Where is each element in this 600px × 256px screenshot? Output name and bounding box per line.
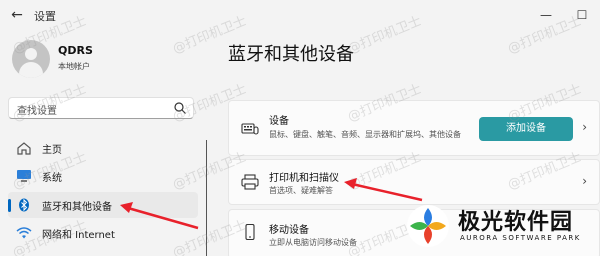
account-type: 本地帐户 bbox=[58, 62, 90, 71]
phone-icon bbox=[245, 224, 255, 240]
sidebar-item-system[interactable]: 系统 bbox=[8, 163, 198, 189]
user-name: QDRS bbox=[58, 44, 93, 57]
title-bar: ← 设置 — ☐ bbox=[0, 0, 600, 30]
card-title: 打印机和扫描仪 bbox=[269, 173, 339, 184]
monitor-icon bbox=[17, 170, 31, 182]
sidebar-item-bluetooth[interactable]: 蓝牙和其他设备 bbox=[8, 192, 198, 218]
active-indicator bbox=[8, 199, 11, 212]
card-title: 移动设备 bbox=[269, 225, 309, 236]
search-placeholder: 查找设置 bbox=[17, 106, 57, 117]
home-icon bbox=[17, 142, 31, 155]
card-title: 设备 bbox=[269, 116, 289, 127]
back-icon[interactable]: ← bbox=[8, 6, 26, 24]
sidebar-item-label: 蓝牙和其他设备 bbox=[42, 202, 112, 213]
sidebar-item-home[interactable]: 主页 bbox=[8, 135, 198, 161]
logo-subtitle: AURORA SOFTWARE PARK bbox=[460, 234, 581, 242]
chevron-right-icon[interactable]: › bbox=[582, 120, 587, 134]
app-title: 设置 bbox=[34, 10, 56, 23]
sidebar-item-label: 网络和 Internet bbox=[42, 230, 115, 241]
sidebar-item-network[interactable]: 网络和 Internet bbox=[8, 220, 198, 246]
window-controls: — ☐ bbox=[528, 0, 600, 30]
sidebar-item-label: 主页 bbox=[42, 145, 62, 156]
maximize-button[interactable]: ☐ bbox=[564, 0, 600, 30]
card-subtitle: 立即从电脑访问移动设备 bbox=[269, 238, 357, 247]
search-input[interactable]: 查找设置 bbox=[8, 97, 194, 119]
devices-card[interactable]: 设备 鼠标、键盘、触笔、音频、显示器和扩展坞、其他设备 添加设备 › bbox=[228, 100, 600, 156]
wifi-icon bbox=[16, 227, 32, 239]
aurora-logo-icon bbox=[407, 205, 449, 247]
chevron-right-icon[interactable]: › bbox=[582, 174, 587, 188]
search-icon[interactable] bbox=[173, 101, 187, 115]
card-subtitle: 鼠标、键盘、触笔、音频、显示器和扩展坞、其他设备 bbox=[269, 130, 461, 139]
logo-name: 极光软件园 bbox=[458, 210, 574, 235]
bluetooth-icon bbox=[19, 198, 29, 212]
minimize-button[interactable]: — bbox=[528, 0, 564, 30]
card-subtitle: 首选项、疑难解答 bbox=[269, 186, 333, 195]
sidebar-item-label: 系统 bbox=[42, 173, 62, 184]
brand-logo: 极光软件园 AURORA SOFTWARE PARK bbox=[402, 198, 600, 256]
sidebar-scrollbar[interactable] bbox=[206, 140, 207, 256]
avatar[interactable] bbox=[12, 40, 50, 78]
printer-icon bbox=[241, 174, 259, 190]
devices-icon bbox=[241, 123, 259, 135]
add-device-button[interactable]: 添加设备 bbox=[479, 117, 573, 141]
page-title: 蓝牙和其他设备 bbox=[228, 44, 354, 65]
